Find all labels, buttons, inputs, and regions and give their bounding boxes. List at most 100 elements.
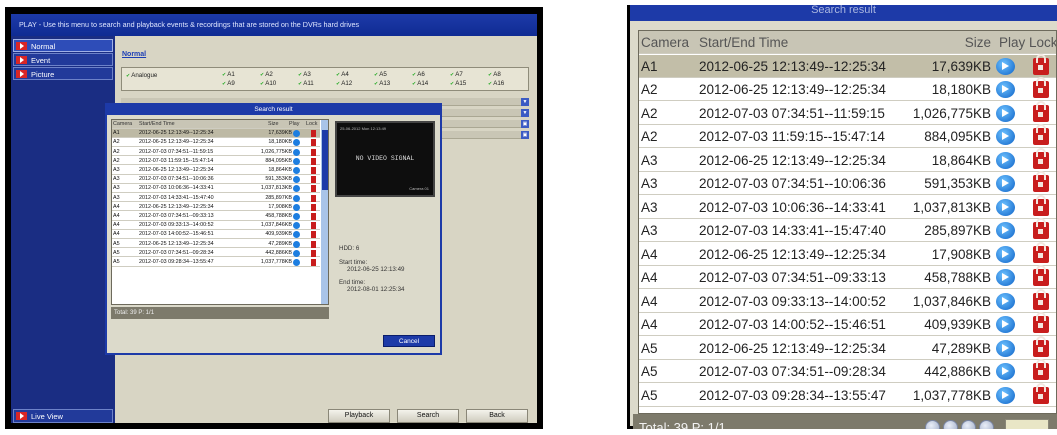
lock-icon[interactable] xyxy=(311,222,316,230)
lock-icon[interactable] xyxy=(1033,335,1049,357)
lock-icon[interactable] xyxy=(311,213,316,220)
table-row[interactable]: A5 2012-07-03 09:28:34--13:55:47 1,037,778… xyxy=(639,382,1056,407)
play-icon[interactable] xyxy=(996,292,1015,310)
play-icon[interactable] xyxy=(996,386,1015,404)
lock-icon[interactable] xyxy=(311,148,316,156)
lock-icon[interactable] xyxy=(311,130,316,138)
channel-checkbox-a8[interactable]: A8 xyxy=(488,71,501,78)
lock-icon[interactable] xyxy=(311,203,316,211)
lock-icon[interactable] xyxy=(1033,124,1049,145)
play-icon[interactable] xyxy=(996,269,1015,286)
play-icon[interactable] xyxy=(293,213,300,220)
play-icon[interactable] xyxy=(996,222,1015,239)
table-row[interactable]: A4 2012-06-25 12:13:49--12:25:34 17,908KB xyxy=(112,203,320,212)
channel-checkbox-a14[interactable]: A14 xyxy=(412,80,428,87)
table-row[interactable]: A5 2012-06-25 12:13:49--12:25:34 47,289KB xyxy=(639,335,1056,360)
play-icon[interactable] xyxy=(293,194,300,202)
channel-checkbox-a9[interactable]: A9 xyxy=(222,80,235,87)
table-row[interactable]: A3 2012-07-03 14:33:41--15:47:40 285,897KB xyxy=(112,194,320,203)
table-row[interactable]: A2 2012-07-03 07:34:51--11:59:15 1,026,775… xyxy=(639,100,1056,125)
lock-icon[interactable] xyxy=(311,167,316,174)
last-page-icon[interactable] xyxy=(979,420,994,429)
channel-checkbox-a10[interactable]: A10 xyxy=(260,80,276,87)
table-row[interactable]: A2 2012-07-03 11:59:15--15:47:14 884,095KB xyxy=(112,157,320,166)
table-row[interactable]: A4 2012-07-03 07:34:51--09:33:13 458,788KB xyxy=(639,265,1056,289)
table-row[interactable]: A5 2012-07-03 07:34:51--09:28:34 442,886KB xyxy=(112,249,320,258)
channel-checkbox-a4[interactable]: A4 xyxy=(336,71,349,78)
play-icon[interactable] xyxy=(293,185,300,193)
play-icon[interactable] xyxy=(996,151,1015,169)
lock-icon[interactable] xyxy=(311,240,316,248)
play-icon[interactable] xyxy=(293,176,300,184)
live-view-button[interactable]: Live View xyxy=(13,409,113,423)
scrollbar[interactable] xyxy=(321,120,328,304)
play-icon[interactable] xyxy=(293,148,300,156)
table-row[interactable]: A1 2012-06-25 12:13:49--12:25:34 17,639KB xyxy=(639,53,1056,78)
lock-icon[interactable] xyxy=(1033,382,1049,404)
channel-checkbox-a7[interactable]: A7 xyxy=(450,71,463,78)
play-icon[interactable] xyxy=(996,57,1015,75)
lock-icon[interactable] xyxy=(1033,100,1049,122)
lock-icon[interactable] xyxy=(311,139,316,147)
table-row[interactable]: A3 2012-07-03 10:06:36--14:33:41 1,037,813… xyxy=(639,194,1056,219)
play-icon[interactable] xyxy=(996,104,1015,122)
table-row[interactable]: A2 2012-06-25 12:13:49--12:25:34 18,180KB xyxy=(112,138,320,147)
play-icon[interactable] xyxy=(996,175,1015,192)
play-icon[interactable] xyxy=(996,316,1015,333)
play-icon[interactable] xyxy=(293,139,300,147)
table-row[interactable]: A4 2012-06-25 12:13:49--12:25:34 17,908KB xyxy=(639,241,1056,266)
channel-checkbox-a13[interactable]: A13 xyxy=(374,80,390,87)
channel-checkbox-a5[interactable]: A5 xyxy=(374,71,387,78)
lock-icon[interactable] xyxy=(1033,312,1049,333)
table-row[interactable]: A3 2012-06-25 12:13:49--12:25:34 18,864KB xyxy=(639,147,1056,172)
play-icon[interactable] xyxy=(293,222,300,230)
table-row[interactable]: A5 2012-06-25 12:13:49--12:25:34 47,289KB xyxy=(112,240,320,249)
playback-button[interactable]: Playback xyxy=(328,409,390,423)
lock-icon[interactable] xyxy=(311,231,316,239)
play-icon[interactable] xyxy=(293,259,300,266)
play-icon[interactable] xyxy=(996,245,1015,263)
table-row[interactable]: A4 2012-07-03 09:33:13--14:00:52 1,037,846… xyxy=(112,221,320,230)
play-icon[interactable] xyxy=(293,130,300,138)
lock-icon[interactable] xyxy=(1033,359,1049,380)
play-icon[interactable] xyxy=(996,339,1015,357)
table-row[interactable]: A4 2012-07-03 14:00:52--15:46:51 409,939KB xyxy=(112,230,320,239)
lock-icon[interactable] xyxy=(1033,77,1049,98)
tab-normal[interactable]: Normal xyxy=(122,51,146,58)
channel-checkbox-a1[interactable]: A1 xyxy=(222,71,235,78)
play-icon[interactable] xyxy=(293,249,300,257)
channel-checkbox-a15[interactable]: A15 xyxy=(450,80,466,87)
channel-checkbox-a12[interactable]: A12 xyxy=(336,80,352,87)
play-icon[interactable] xyxy=(293,157,300,165)
search-button[interactable]: Search xyxy=(397,409,459,423)
lock-icon[interactable] xyxy=(311,185,316,193)
channel-checkbox-a6[interactable]: A6 xyxy=(412,71,425,78)
lock-icon[interactable] xyxy=(311,157,316,165)
lock-icon[interactable] xyxy=(311,194,316,202)
play-icon[interactable] xyxy=(293,203,300,211)
table-row[interactable]: A3 2012-07-03 10:06:36--14:33:41 1,037,813… xyxy=(112,184,320,193)
lock-icon[interactable] xyxy=(311,259,316,266)
lock-icon[interactable] xyxy=(1033,241,1049,263)
table-row[interactable]: A2 2012-07-03 07:34:51--11:59:15 1,026,775… xyxy=(112,148,320,157)
table-row[interactable]: A4 2012-07-03 07:34:51--09:33:13 458,788KB xyxy=(112,212,320,221)
table-row[interactable]: A3 2012-07-03 07:34:51--10:06:36 591,353KB xyxy=(112,175,320,184)
play-icon[interactable] xyxy=(996,363,1015,380)
sidebar-item-event[interactable]: Event xyxy=(13,53,113,66)
scrollbar-thumb[interactable] xyxy=(322,130,328,190)
play-icon[interactable] xyxy=(996,81,1015,98)
lock-icon[interactable] xyxy=(1033,288,1049,310)
table-row[interactable]: A5 2012-07-03 09:28:34--13:55:47 1,037,778… xyxy=(112,258,320,267)
channel-checkbox-a3[interactable]: A3 xyxy=(298,71,311,78)
channel-checkbox-a2[interactable]: A2 xyxy=(260,71,273,78)
play-icon[interactable] xyxy=(293,231,300,239)
play-icon[interactable] xyxy=(996,198,1015,216)
lock-icon[interactable] xyxy=(1033,171,1049,192)
table-row[interactable]: A4 2012-07-03 14:00:52--15:46:51 409,939KB xyxy=(639,312,1056,336)
lock-icon[interactable] xyxy=(1033,265,1049,286)
table-row[interactable]: A2 2012-06-25 12:13:49--12:25:34 18,180KB xyxy=(639,77,1056,101)
sidebar-item-normal[interactable]: Normal xyxy=(13,39,113,52)
table-row[interactable]: A4 2012-07-03 09:33:13--14:00:52 1,037,846… xyxy=(639,288,1056,313)
play-icon[interactable] xyxy=(293,240,300,248)
lock-icon[interactable] xyxy=(311,249,316,257)
